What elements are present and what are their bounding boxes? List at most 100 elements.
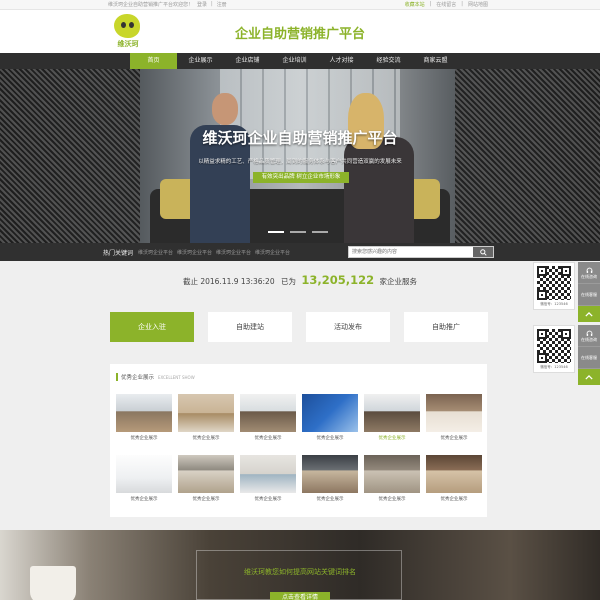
showcase-caption[interactable]: 优秀企业展示 [116, 496, 172, 502]
join-button[interactable]: 企业入驻 [110, 312, 194, 342]
keyword-link[interactable]: 维沃珂企业平台 [177, 249, 212, 256]
nav-item-shops[interactable]: 企业店铺 [224, 53, 271, 69]
banner-person-woman [344, 93, 424, 243]
build-site-button[interactable]: 自助建站 [208, 312, 292, 342]
showcase-image[interactable] [178, 394, 234, 432]
service-stats: 截止 2016.11.9 13:36:20 已为 13,205,122 家企业服… [0, 273, 600, 287]
banner-subtitle: 以精益求精的工艺、严格品质管理，周到的服务体系与客户共同营造双赢的发展未来 [198, 159, 402, 165]
stats-date: 2016.11.9 [200, 277, 239, 286]
header-slogan: 企业自助营销推广平台 [234, 27, 365, 42]
showcase-heading: 优秀企业展示 EXCELLENT SHOW [116, 373, 195, 381]
nav-item-home[interactable]: 首页 [130, 53, 177, 69]
keyword-label: 热门关键词 [103, 250, 134, 257]
self-promote-button[interactable]: 自助推广 [404, 312, 488, 342]
header: 维沃珂 企业自助营销推广平台 [0, 10, 600, 53]
side-service-button[interactable]: 在线客服 [578, 347, 600, 369]
showcase-image[interactable] [302, 455, 358, 493]
showcase-caption[interactable]: 优秀企业展示 [240, 435, 296, 441]
showcase-image[interactable] [116, 455, 172, 493]
stats-time: 13:36:20 [240, 277, 275, 286]
promo-section: 维沃珂教您如何提高网站关键词排名 点击查看详情 [0, 530, 600, 600]
showcase-title: 优秀企业展示 [121, 375, 155, 381]
showcase-caption[interactable]: 优秀企业展示 [364, 435, 420, 441]
top-bar-left: 维沃珂企业自助营销推广平台欢迎您！ 登录 | 注册 [108, 1, 227, 8]
showcase-card[interactable]: 优秀企业展示 [302, 455, 358, 502]
nav-item-showcase[interactable]: 企业展示 [177, 53, 224, 69]
showcase-image[interactable] [426, 394, 482, 432]
nav-item-training[interactable]: 企业培训 [271, 53, 318, 69]
search-input[interactable] [349, 247, 475, 257]
back-to-top-button[interactable] [578, 306, 600, 322]
stats-mid: 已为 [280, 277, 296, 286]
qr-caption: 微信号：123546 [540, 365, 568, 369]
showcase-caption[interactable]: 优秀企业展示 [240, 496, 296, 502]
showcase-caption[interactable]: 优秀企业展示 [178, 496, 234, 502]
carousel-dot[interactable] [290, 231, 306, 233]
carousel-dots [268, 231, 328, 233]
showcase-caption[interactable]: 优秀企业展示 [426, 435, 482, 441]
nav-item-talent[interactable]: 人才对接 [318, 53, 365, 69]
register-link[interactable]: 注册 [217, 1, 227, 8]
top-bar-right: 收藏本站 | 在线留言 | 网站地图 [404, 1, 488, 8]
showcase-caption[interactable]: 优秀企业展示 [364, 496, 420, 502]
keyword-link[interactable]: 维沃珂企业平台 [138, 249, 173, 256]
showcase-image[interactable] [426, 455, 482, 493]
search-box [348, 246, 494, 258]
showcase-caption[interactable]: 优秀企业展示 [116, 435, 172, 441]
showcase-card[interactable]: 优秀企业展示 [240, 455, 296, 502]
message-link[interactable]: 在线留言 [436, 1, 456, 8]
qr-code-icon [537, 329, 571, 363]
carousel-dot[interactable] [268, 231, 284, 233]
showcase-caption[interactable]: 优秀企业展示 [178, 435, 234, 441]
showcase-image[interactable] [364, 394, 420, 432]
hero-banner[interactable]: 维沃珂企业自助营销推广平台 以精益求精的工艺、严格品质管理，周到的服务体系与客户… [0, 69, 600, 243]
login-link[interactable]: 登录 [197, 1, 207, 8]
showcase-image[interactable] [178, 455, 234, 493]
showcase-card[interactable]: 优秀企业展示 [178, 455, 234, 502]
showcase-card[interactable]: 优秀企业展示 [426, 455, 482, 502]
side-consult-button[interactable]: 在线咨询 [578, 325, 600, 347]
nav-item-exchange[interactable]: 经验交流 [365, 53, 412, 69]
bookmark-link[interactable]: 收藏本站 [405, 1, 425, 8]
promo-message[interactable]: 维沃珂教您如何提高网站关键词排名 [0, 567, 600, 577]
showcase-card[interactable]: 优秀企业展示 [116, 394, 172, 441]
publish-event-button[interactable]: 活动发布 [306, 312, 390, 342]
search-button[interactable] [473, 247, 493, 257]
keyword-link[interactable]: 维沃珂企业平台 [216, 249, 251, 256]
side-consult-button[interactable]: 在线咨询 [578, 262, 600, 284]
stats-suffix: 家企业服务 [379, 277, 418, 286]
showcase-image[interactable] [302, 394, 358, 432]
showcase-caption[interactable]: 优秀企业展示 [426, 496, 482, 502]
showcase-caption[interactable]: 优秀企业展示 [302, 435, 358, 441]
showcase-image[interactable] [240, 394, 296, 432]
keyword-link[interactable]: 维沃珂企业平台 [255, 249, 290, 256]
qr-code-icon [537, 266, 571, 300]
showcase-card[interactable]: 优秀企业展示 [426, 394, 482, 441]
nav-item-alliance[interactable]: 商家云盟 [412, 53, 459, 69]
stats-prefix: 截止 [182, 277, 198, 286]
side-service-button[interactable]: 在线客服 [578, 284, 600, 306]
welcome-text: 维沃珂企业自助营销推广平台欢迎您！ [108, 2, 194, 8]
showcase-card[interactable]: 优秀企业展示 [116, 455, 172, 502]
showcase-image[interactable] [116, 394, 172, 432]
showcase-card[interactable]: 优秀企业展示 [364, 394, 420, 441]
showcase-card[interactable]: 优秀企业展示 [240, 394, 296, 441]
keyword-list: 维沃珂企业平台 维沃珂企业平台 维沃珂企业平台 维沃珂企业平台 [138, 249, 290, 256]
back-to-top-button[interactable] [578, 369, 600, 385]
showcase-image[interactable] [364, 455, 420, 493]
qr-caption: 微信号：123546 [540, 302, 568, 306]
showcase-title-en: EXCELLENT SHOW [158, 375, 195, 380]
promo-more-button[interactable]: 点击查看详情 [270, 592, 330, 600]
showcase-image[interactable] [240, 455, 296, 493]
showcase-caption[interactable]: 优秀企业展示 [302, 496, 358, 502]
search-icon [479, 248, 487, 256]
carousel-dot[interactable] [312, 231, 328, 233]
chevron-up-icon [585, 374, 593, 380]
showcase-card[interactable]: 优秀企业展示 [364, 455, 420, 502]
banner-cta-button[interactable]: 有效突出品牌 树立企业市场形象 [253, 172, 349, 183]
showcase-card[interactable]: 优秀企业展示 [302, 394, 358, 441]
wechat-qr-code: 微信号：123546 [533, 262, 575, 310]
headset-icon [586, 267, 592, 273]
sitemap-link[interactable]: 网站地图 [468, 1, 488, 8]
showcase-card[interactable]: 优秀企业展示 [178, 394, 234, 441]
